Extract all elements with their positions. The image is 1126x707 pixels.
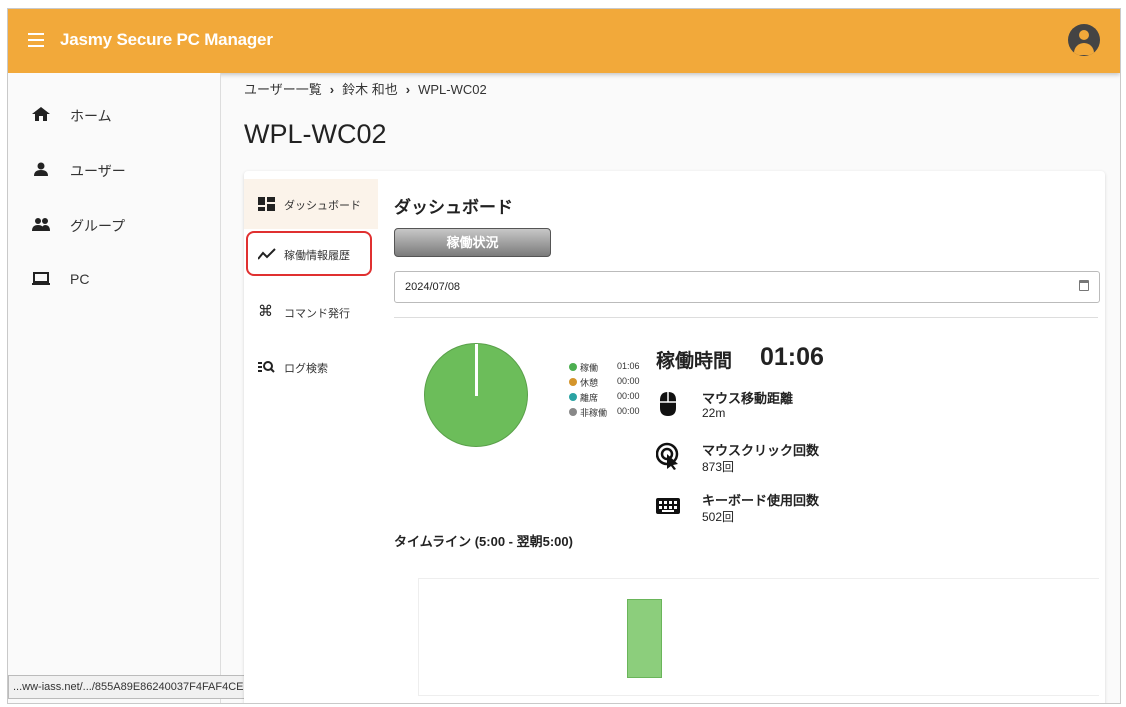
person-icon	[34, 162, 48, 176]
home-icon	[32, 107, 50, 121]
pie-slice-divider	[475, 344, 478, 396]
tab-label: ログ検索	[284, 363, 328, 375]
keyboard-icon	[656, 498, 680, 514]
sidebar-item-home[interactable]: ホーム	[8, 94, 220, 134]
breadcrumb-current: WPL-WC02	[418, 82, 487, 97]
click-icon	[656, 442, 679, 470]
search-log-icon	[258, 361, 275, 373]
legend-value: 00:00	[617, 406, 640, 416]
legend-item: 稼働 01:06	[569, 361, 649, 376]
tab-command[interactable]: ⌘ コマンド発行	[244, 287, 378, 337]
stat-value: 22m	[702, 406, 726, 420]
legend-item: 離席 00:00	[569, 391, 649, 406]
tab-label: 稼働情報履歴	[284, 250, 350, 262]
legend-value: 00:00	[617, 376, 640, 386]
stat-value: 873回	[702, 460, 735, 474]
tab-label: コマンド発行	[284, 308, 350, 320]
operation-time-value: 01:06	[760, 343, 824, 371]
stat-mouse-clicks: マウスクリック回数 873回	[656, 438, 916, 482]
legend-dot	[569, 363, 577, 371]
operation-pie-chart	[424, 343, 528, 447]
dashboard-icon	[258, 197, 275, 211]
timeline-icon	[258, 248, 276, 260]
sidebar: ホーム ユーザー グループ PC	[8, 73, 221, 703]
stat-keyboard-usage: キーボード使用回数 502回	[656, 488, 916, 532]
legend-item: 非稼働 00:00	[569, 406, 649, 421]
menu-icon[interactable]	[28, 33, 44, 47]
sidebar-item-groups[interactable]: グループ	[8, 204, 220, 244]
app-bar: Jasmy Secure PC Manager	[8, 9, 1120, 73]
page-title: WPL-WC02	[244, 119, 387, 149]
pie-legend: 稼働 01:06 休憩 00:00 離席 00:00 非稼働 00:00	[569, 361, 649, 421]
tab-operation-history[interactable]: 稼働情報履歴	[244, 229, 378, 279]
date-value: 2024/07/08	[405, 281, 461, 293]
command-icon: ⌘	[258, 303, 273, 320]
legend-value: 00:00	[617, 391, 640, 401]
app-title: Jasmy Secure PC Manager	[60, 30, 273, 49]
legend-label: 稼働	[580, 363, 599, 373]
legend-item: 休憩 00:00	[569, 376, 649, 391]
mouse-icon	[660, 392, 676, 416]
dashboard-title: ダッシュボード	[394, 198, 513, 217]
sidebar-item-label: ユーザー	[70, 163, 126, 179]
breadcrumb: ユーザー一覧 › 鈴木 和也 › WPL-WC02	[244, 79, 487, 98]
operation-status-button[interactable]: 稼働状況	[394, 228, 551, 257]
group-icon	[32, 218, 50, 231]
legend-value: 01:06	[617, 361, 640, 371]
laptop-icon	[32, 272, 50, 285]
tab-log-search[interactable]: ログ検索	[244, 342, 378, 392]
stat-mouse-distance: マウス移動距離 22m	[656, 386, 916, 430]
tab-label: ダッシュボード	[284, 200, 361, 212]
legend-dot	[569, 393, 577, 401]
chevron-right-icon: ›	[329, 82, 335, 97]
detail-card: ダッシュボード 稼働情報履歴 ⌘ コマンド発行 ログ検索 ダッシュボード 稼働状…	[244, 171, 1105, 703]
stat-name: キーボード使用回数	[702, 493, 820, 508]
sidebar-item-label: グループ	[70, 218, 126, 234]
app-window: Jasmy Secure PC Manager ホーム ユーザー グループ PC…	[7, 8, 1121, 704]
calendar-icon[interactable]	[1079, 280, 1089, 291]
timeline-title: タイムライン (5:00 - 翌朝5:00)	[394, 534, 573, 549]
stat-name: マウス移動距離	[702, 391, 794, 406]
sidebar-item-label: ホーム	[70, 108, 112, 124]
legend-label: 離席	[580, 393, 599, 403]
legend-label: 休憩	[580, 378, 599, 388]
sidebar-item-label: PC	[70, 271, 90, 287]
legend-label: 非稼働	[580, 408, 608, 418]
divider	[394, 317, 1098, 318]
breadcrumb-user[interactable]: 鈴木 和也	[342, 82, 398, 97]
legend-dot	[569, 378, 577, 386]
legend-dot	[569, 408, 577, 416]
tab-dashboard[interactable]: ダッシュボード	[244, 179, 378, 229]
account-circle-icon[interactable]	[1068, 24, 1100, 56]
stat-value: 502回	[702, 510, 735, 524]
timeline-bar	[627, 598, 663, 678]
operation-time-label: 稼働時間	[656, 351, 733, 372]
sidebar-item-pc[interactable]: PC	[8, 259, 220, 299]
timeline-chart	[418, 578, 1099, 696]
stat-name: マウスクリック回数	[702, 443, 820, 458]
sidebar-item-users[interactable]: ユーザー	[8, 149, 220, 189]
breadcrumb-users[interactable]: ユーザー一覧	[244, 82, 322, 97]
date-field[interactable]: 2024/07/08	[394, 271, 1100, 303]
chevron-right-icon: ›	[405, 82, 411, 97]
